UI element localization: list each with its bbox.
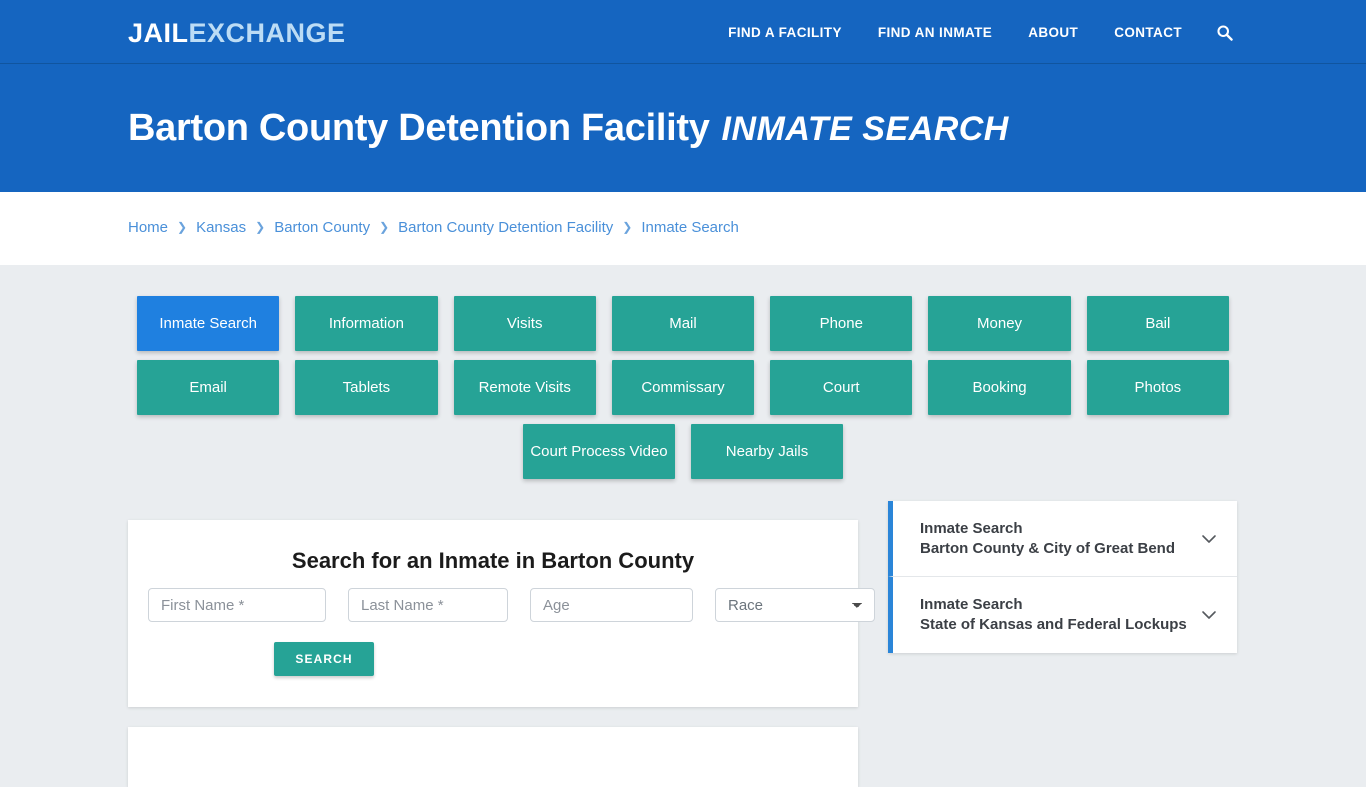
last-name-input[interactable] bbox=[348, 588, 508, 622]
chevron-right-icon: ❯ bbox=[177, 219, 188, 234]
breadcrumb-item-home[interactable]: Home bbox=[128, 219, 168, 236]
tab-court[interactable]: Court bbox=[770, 360, 913, 415]
tab-information[interactable]: Information bbox=[295, 296, 438, 351]
search-button[interactable]: SEARCH bbox=[274, 642, 374, 676]
tab-phone[interactable]: Phone bbox=[770, 296, 913, 351]
tab-photos[interactable]: Photos bbox=[1086, 360, 1229, 415]
nav-item-find-an-inmate[interactable]: FIND AN INMATE bbox=[860, 25, 1010, 40]
race-select[interactable]: Race bbox=[715, 588, 875, 622]
logo-text-jail: JAIL bbox=[128, 18, 189, 48]
accordion-item-title: Inmate Search bbox=[920, 519, 1023, 537]
inmate-search-accordion: Inmate Search Barton County & City of Gr… bbox=[888, 501, 1237, 653]
inmate-search-card: Search for an Inmate in Barton County Ra… bbox=[128, 520, 875, 707]
primary-nav: FIND A FACILITY FIND AN INMATE ABOUT CON… bbox=[710, 0, 1238, 64]
first-name-input[interactable] bbox=[148, 588, 326, 622]
page-body: Inmate Search Information Visits Mail Ph… bbox=[0, 265, 1366, 787]
breadcrumb-band: Home ❯ Kansas ❯ Barton County ❯ Barton C… bbox=[0, 192, 1366, 265]
tab-mail[interactable]: Mail bbox=[611, 296, 755, 351]
tab-court-process-video[interactable]: Court Process Video bbox=[523, 424, 675, 479]
tab-money[interactable]: Money bbox=[928, 296, 1071, 351]
tab-row-3: Court Process Video Nearby Jails bbox=[137, 424, 1229, 479]
age-input[interactable] bbox=[530, 588, 693, 622]
breadcrumb-item-facility[interactable]: Barton County Detention Facility bbox=[398, 219, 613, 236]
tab-nearby-jails[interactable]: Nearby Jails bbox=[691, 424, 843, 479]
chevron-right-icon: ❯ bbox=[379, 219, 390, 234]
page-title: Barton County Detention Facility INMATE S… bbox=[128, 104, 1009, 153]
tab-commissary[interactable]: Commissary bbox=[611, 360, 755, 415]
logo-text-exchange: EXCHANGE bbox=[188, 18, 346, 48]
breadcrumb-item-inmate-search[interactable]: Inmate Search bbox=[641, 219, 739, 236]
chevron-down-icon[interactable] bbox=[1201, 531, 1217, 547]
accordion-item-state-of-kansas[interactable]: Inmate Search State of Kansas and Federa… bbox=[888, 577, 1237, 653]
facility-section-tabs: Inmate Search Information Visits Mail Ph… bbox=[137, 296, 1229, 488]
page-title-main: Barton County Detention Facility bbox=[128, 107, 710, 149]
nav-item-about[interactable]: ABOUT bbox=[1010, 25, 1096, 40]
nav-item-find-a-facility[interactable]: FIND A FACILITY bbox=[710, 25, 860, 40]
search-card-title: Search for an Inmate in Barton County bbox=[291, 548, 695, 573]
chevron-right-icon: ❯ bbox=[255, 219, 266, 234]
chevron-down-icon[interactable] bbox=[1201, 607, 1217, 623]
breadcrumb: Home ❯ Kansas ❯ Barton County ❯ Barton C… bbox=[128, 219, 739, 236]
accordion-item-barton-county[interactable]: Inmate Search Barton County & City of Gr… bbox=[888, 501, 1237, 577]
chevron-right-icon: ❯ bbox=[622, 219, 633, 234]
results-card bbox=[128, 727, 858, 787]
tab-remote-visits[interactable]: Remote Visits bbox=[453, 360, 596, 415]
accordion-item-subtitle: State of Kansas and Federal Lockups bbox=[920, 616, 1187, 633]
nav-item-contact[interactable]: CONTACT bbox=[1096, 25, 1200, 40]
search-icon[interactable] bbox=[1210, 17, 1238, 47]
breadcrumb-item-kansas[interactable]: Kansas bbox=[196, 219, 246, 236]
tab-row-2: Email Tablets Remote Visits Commissary C… bbox=[137, 360, 1229, 415]
tab-bail[interactable]: Bail bbox=[1086, 296, 1229, 351]
accordion-item-text: Inmate Search State of Kansas and Federa… bbox=[920, 595, 1187, 635]
site-logo[interactable]: JAILEXCHANGE bbox=[128, 19, 346, 47]
top-navigation-bar: JAILEXCHANGE FIND A FACILITY FIND AN INM… bbox=[0, 0, 1366, 64]
search-fields-row: Race bbox=[148, 588, 875, 622]
accordion-item-subtitle: Barton County & City of Great Bend bbox=[920, 539, 1176, 557]
accordion-item-text: Inmate Search Barton County & City of Gr… bbox=[920, 519, 1175, 559]
tab-booking[interactable]: Booking bbox=[928, 360, 1071, 415]
tab-inmate-search[interactable]: Inmate Search bbox=[137, 296, 280, 351]
breadcrumb-item-barton-county[interactable]: Barton County bbox=[274, 219, 370, 236]
tab-email[interactable]: Email bbox=[137, 360, 280, 415]
accordion-item-title: Inmate Search bbox=[920, 596, 1023, 613]
tab-tablets[interactable]: Tablets bbox=[295, 360, 438, 415]
page-title-sub: INMATE SEARCH bbox=[721, 110, 1009, 148]
page-hero: Barton County Detention Facility INMATE S… bbox=[0, 64, 1366, 192]
tab-visits[interactable]: Visits bbox=[453, 296, 596, 351]
tab-row-1: Inmate Search Information Visits Mail Ph… bbox=[137, 296, 1229, 351]
